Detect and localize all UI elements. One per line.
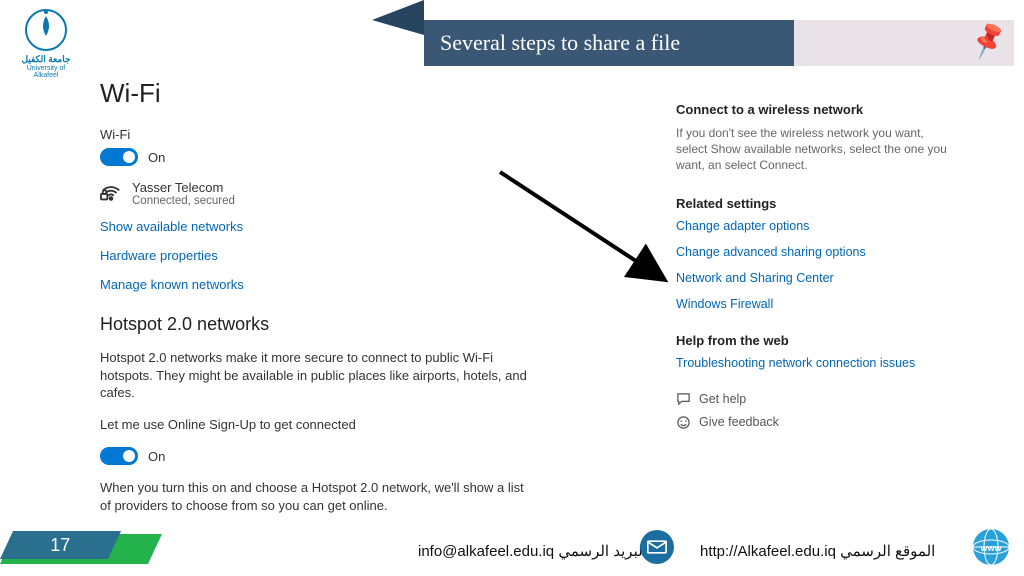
svg-text:www: www	[979, 543, 1002, 553]
mail-icon	[640, 530, 674, 564]
feedback-icon	[676, 415, 691, 430]
network-sharing-center-link[interactable]: Network and Sharing Center	[676, 271, 956, 285]
wifi-switch-label: Wi-Fi	[100, 127, 530, 142]
hotspot-description: Hotspot 2.0 networks make it more secure…	[100, 349, 530, 402]
network-name: Yasser Telecom	[132, 180, 235, 195]
page-title: Wi-Fi	[100, 78, 530, 109]
change-advanced-sharing-link[interactable]: Change advanced sharing options	[676, 245, 956, 259]
get-help-link[interactable]: Get help	[676, 392, 956, 407]
hotspot-note: When you turn this on and choose a Hotsp…	[100, 479, 530, 514]
wifi-toggle-state: On	[148, 150, 165, 165]
university-logo: جامعة الكفيل University of Alkafeel	[16, 6, 76, 79]
help-web-heading: Help from the web	[676, 333, 956, 348]
connect-heading: Connect to a wireless network	[676, 102, 956, 117]
wifi-secured-icon	[100, 182, 122, 204]
slide-title-ribbon: Several steps to share a file	[424, 20, 1024, 66]
wifi-toggle[interactable]	[100, 148, 138, 166]
footer-email: البريد الرسمي info@alkafeel.edu.iq	[418, 542, 647, 560]
hotspot-toggle-state: On	[148, 449, 165, 464]
globe-icon: www	[970, 526, 1012, 568]
logo-icon	[22, 6, 70, 54]
show-available-networks-link[interactable]: Show available networks	[100, 219, 530, 234]
network-status: Connected, secured	[132, 195, 235, 207]
give-feedback-link[interactable]: Give feedback	[676, 415, 956, 430]
chat-icon	[676, 392, 691, 407]
current-network[interactable]: Yasser Telecom Connected, secured	[100, 180, 530, 207]
hotspot-heading: Hotspot 2.0 networks	[100, 314, 530, 335]
related-heading: Related settings	[676, 196, 956, 211]
slide-footer: 17 البريد الرسمي info@alkafeel.edu.iq ال…	[0, 526, 1024, 576]
slide-title: Several steps to share a file	[440, 30, 680, 56]
connect-body: If you don't see the wireless network yo…	[676, 125, 956, 174]
wifi-settings-panel: Wi-Fi Wi-Fi On Yasser Telecom Connected,…	[100, 78, 530, 528]
side-panel: Connect to a wireless network If you don…	[676, 102, 956, 438]
hotspot-switch-label: Let me use Online Sign-Up to get connect…	[100, 416, 530, 434]
troubleshoot-link[interactable]: Troubleshooting network connection issue…	[676, 356, 956, 370]
windows-firewall-link[interactable]: Windows Firewall	[676, 297, 956, 311]
change-adapter-link[interactable]: Change adapter options	[676, 219, 956, 233]
manage-known-networks-link[interactable]: Manage known networks	[100, 277, 530, 292]
hotspot-toggle[interactable]	[100, 447, 138, 465]
footer-url: الموقع الرسمي http://Alkafeel.edu.iq	[700, 542, 935, 560]
hardware-properties-link[interactable]: Hardware properties	[100, 248, 530, 263]
